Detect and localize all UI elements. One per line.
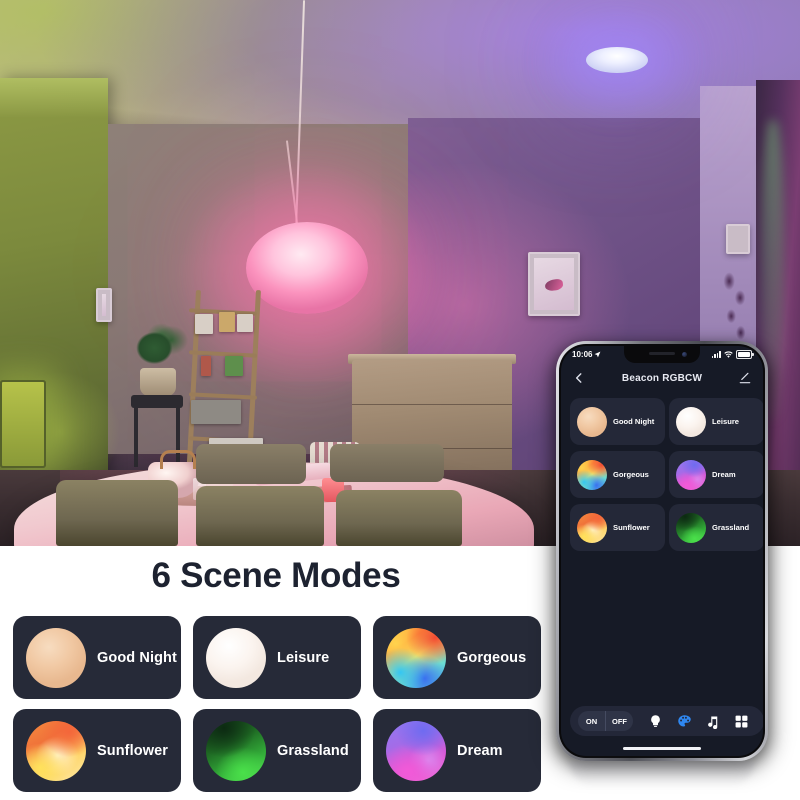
- palette-icon[interactable]: [677, 714, 692, 729]
- power-on-button[interactable]: ON: [578, 711, 605, 731]
- bottom-toolbar: ON OFF: [570, 706, 763, 736]
- picture-art: [534, 258, 574, 310]
- kettle-handle: [160, 450, 196, 469]
- picture-art: [102, 294, 106, 316]
- scene-swatch-icon: [206, 720, 266, 781]
- phone-reflection: [570, 761, 754, 787]
- scene-swatch-icon: [676, 459, 706, 490]
- bird-motif: [544, 278, 564, 292]
- power-off-button[interactable]: OFF: [606, 711, 633, 731]
- bulb-icon[interactable]: [648, 714, 663, 729]
- scene-card-leisure[interactable]: Leisure: [193, 616, 361, 699]
- scene-tile-grassland[interactable]: Grassland: [669, 504, 763, 551]
- grid-icon[interactable]: [734, 714, 749, 729]
- scene-tile-grid: Good Night Leisure Gorgeous Dream Sunflo…: [570, 398, 763, 551]
- scene-swatch-icon: [206, 627, 266, 688]
- front-camera-icon: [682, 352, 687, 357]
- location-arrow-icon: [595, 351, 601, 358]
- dining-chair: [336, 490, 462, 546]
- scene-card-grassland[interactable]: Grassland: [193, 709, 361, 792]
- earpiece-speaker: [649, 352, 675, 355]
- power-toggle[interactable]: ON OFF: [578, 711, 633, 731]
- app-navigation-bar: Beacon RGBCW: [561, 365, 763, 391]
- dining-chair: [196, 486, 324, 546]
- cellular-signal-icon: [711, 351, 721, 358]
- pendant-lamp: [246, 222, 368, 314]
- scene-tile-dream[interactable]: Dream: [669, 451, 763, 498]
- pinned-card: [195, 314, 213, 334]
- scene-card-dream[interactable]: Dream: [373, 709, 541, 792]
- scene-card-label: Leisure: [277, 649, 330, 666]
- shelf-picture: [726, 224, 750, 254]
- scene-tile-label: Sunflower: [613, 523, 650, 532]
- page-title: 6 Scene Modes: [151, 556, 401, 595]
- smartphone-mockup: 10:06 Beacon RGBCW Good Night Leisure Go…: [550, 341, 774, 787]
- ladder-rung: [188, 392, 258, 400]
- scene-tile-label: Leisure: [712, 417, 740, 426]
- scene-tile-label: Grassland: [712, 523, 750, 532]
- scene-swatch-icon: [386, 627, 446, 688]
- scene-tile-label: Good Night: [613, 417, 655, 426]
- phone-notch: [624, 346, 700, 363]
- scene-tile-good-night[interactable]: Good Night: [570, 398, 665, 445]
- dining-chair: [330, 444, 444, 482]
- pinned-card: [225, 356, 243, 376]
- scene-swatch-icon: [676, 512, 706, 543]
- toolbar-icons: [633, 714, 756, 729]
- pencil-edit-icon[interactable]: [738, 371, 752, 385]
- scene-card-label: Gorgeous: [457, 649, 527, 666]
- scene-tile-label: Dream: [712, 470, 736, 479]
- scene-card-good-night[interactable]: Good Night: [13, 616, 181, 699]
- music-icon[interactable]: [705, 714, 720, 729]
- scene-card-label: Sunflower: [97, 742, 168, 759]
- phone-screen: 10:06 Beacon RGBCW Good Night Leisure Go…: [561, 346, 763, 756]
- wifi-icon: [724, 351, 733, 358]
- scene-card-label: Dream: [457, 742, 503, 759]
- home-indicator[interactable]: [623, 747, 701, 750]
- promo-image: 6 Scene Modes Good Night Leisure Gorgeou…: [0, 0, 800, 800]
- status-time: 10:06: [572, 350, 593, 359]
- page-header-title: Beacon RGBCW: [621, 372, 703, 384]
- plant-pot: [140, 368, 176, 396]
- scene-swatch-icon: [26, 627, 86, 688]
- scene-tile-label: Gorgeous: [613, 470, 649, 479]
- stand-leg: [134, 407, 138, 467]
- pinned-card: [237, 314, 253, 332]
- status-right: [711, 350, 754, 359]
- scene-swatch-icon: [386, 720, 446, 781]
- wall-picture-bird: [528, 252, 580, 316]
- scene-swatch-icon: [676, 406, 706, 437]
- dining-chair: [196, 444, 306, 484]
- ladder-rung: [188, 350, 258, 358]
- scene-card-label: Grassland: [277, 742, 349, 759]
- scene-swatch-icon: [577, 512, 607, 543]
- left-accent-lamp: [0, 380, 46, 468]
- scene-card-label: Good Night: [97, 649, 177, 666]
- wall-picture-small: [96, 288, 112, 322]
- scene-card-gorgeous[interactable]: Gorgeous: [373, 616, 541, 699]
- scene-mode-card-grid: Good Night Leisure Gorgeous Sunflower Gr…: [13, 616, 541, 792]
- pinned-card: [219, 312, 235, 332]
- dining-chair: [56, 480, 178, 546]
- chevron-left-icon[interactable]: [572, 371, 586, 385]
- ceiling-lamp: [586, 47, 648, 73]
- scene-tile-leisure[interactable]: Leisure: [669, 398, 763, 445]
- scene-card-sunflower[interactable]: Sunflower: [13, 709, 181, 792]
- status-left: 10:06: [572, 350, 601, 359]
- pinned-card: [201, 356, 211, 376]
- scene-tile-gorgeous[interactable]: Gorgeous: [570, 451, 665, 498]
- scene-tile-sunflower[interactable]: Sunflower: [570, 504, 665, 551]
- scene-swatch-icon: [577, 406, 607, 437]
- battery-full-icon: [736, 350, 754, 359]
- sideboard-seam: [352, 404, 512, 405]
- magazine: [191, 400, 241, 424]
- scene-swatch-icon: [26, 720, 86, 781]
- scene-swatch-icon: [577, 459, 607, 490]
